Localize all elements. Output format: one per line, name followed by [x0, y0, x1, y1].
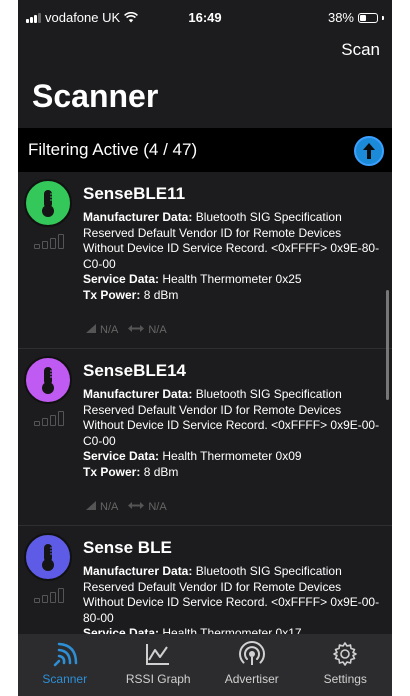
tab-settings[interactable]: Settings	[300, 640, 390, 686]
scroll-to-top-button[interactable]	[354, 136, 384, 166]
device-card[interactable]: SenseBLE11 Manufacturer Data: Bluetooth S…	[18, 172, 392, 349]
tx-power-label: Tx Power:	[83, 464, 141, 479]
manufacturer-data: Manufacturer Data: Bluetooth SIG Specifi…	[83, 210, 383, 272]
manufacturer-data-label: Manufacturer Data:	[83, 210, 193, 224]
status-right: 38%	[328, 10, 384, 25]
battery-percent: 38%	[327, 10, 354, 25]
advertiser-icon	[207, 640, 297, 668]
service-data-label: Service Data:	[83, 449, 160, 463]
tx-power: Tx Power: 8 dBm	[83, 288, 383, 304]
filter-status: Filtering Active (4 / 47)	[28, 140, 198, 159]
manufacturer-data: Manufacturer Data: Bluetooth SIG Specifi…	[83, 387, 383, 449]
signal-strength-icon	[34, 411, 64, 426]
tab-bar: Scanner RSSI Graph Advertiser Settings	[18, 634, 392, 696]
tab-scanner[interactable]: Scanner	[20, 640, 110, 686]
advertisement-details: Manufacturer Data: Bluetooth SIG Specifi…	[83, 210, 383, 303]
signal-value: N/A	[100, 324, 119, 336]
interval-arrows-icon	[128, 324, 145, 336]
scanner-icon	[20, 640, 110, 668]
service-data-value: Health Thermometer 0x09	[159, 449, 302, 463]
tab-label: Advertiser	[224, 672, 279, 686]
interval-value: N/A	[148, 324, 167, 336]
signal-icon	[86, 324, 96, 336]
device-name: SenseBLE14	[83, 361, 186, 380]
service-data-label: Service Data:	[83, 272, 160, 286]
filter-bar[interactable]: Filtering Active (4 / 47)	[18, 128, 392, 172]
signal-strength-icon	[34, 234, 64, 249]
interval-value: N/A	[148, 501, 167, 513]
tab-rssi-graph[interactable]: RSSI Graph	[113, 640, 203, 686]
advertisement-details: Manufacturer Data: Bluetooth SIG Specifi…	[83, 387, 383, 480]
tab-label: Scanner	[42, 672, 88, 686]
signal-icon	[86, 501, 96, 513]
status-bar: vodafone UK 16:49 38%	[18, 0, 392, 34]
device-footer: N/A N/A	[86, 324, 167, 336]
battery-icon	[358, 12, 378, 23]
tx-power-value: 8 dBm	[140, 287, 179, 302]
manufacturer-data: Manufacturer Data: Bluetooth SIG Specifi…	[83, 564, 383, 626]
gear-icon	[300, 640, 390, 668]
service-data: Service Data: Health Thermometer 0x09	[83, 449, 383, 465]
scrollbar[interactable]	[386, 290, 389, 400]
page-title: Scanner	[32, 78, 159, 114]
signal-strength-icon	[34, 588, 64, 603]
manufacturer-data-label: Manufacturer Data:	[83, 564, 193, 578]
tab-advertiser[interactable]: Advertiser	[207, 640, 297, 686]
device-name: SenseBLE11	[83, 184, 186, 203]
device-list[interactable]: SenseBLE11 Manufacturer Data: Bluetooth S…	[18, 172, 392, 662]
tx-power-label: Tx Power:	[83, 287, 141, 302]
tx-power: Tx Power: 8 dBm	[83, 465, 383, 481]
battery-tip	[382, 15, 384, 20]
manufacturer-data-label: Manufacturer Data:	[83, 387, 193, 401]
scan-button[interactable]: Scan	[341, 40, 380, 60]
arrow-up-icon	[363, 143, 375, 159]
service-data: Service Data: Health Thermometer 0x25	[83, 272, 383, 288]
thermometer-icon	[24, 356, 72, 404]
phone-screen: vodafone UK 16:49 38% Scan Scanner Filte…	[18, 0, 392, 696]
graph-icon	[113, 640, 203, 668]
device-card[interactable]: SenseBLE14 Manufacturer Data: Bluetooth S…	[18, 349, 392, 526]
thermometer-icon	[24, 533, 72, 581]
tx-power-value: 8 dBm	[140, 464, 179, 479]
battery-fill	[360, 14, 366, 21]
thermometer-icon	[24, 179, 72, 227]
tab-label: RSSI Graph	[125, 672, 191, 686]
tab-label: Settings	[323, 672, 367, 686]
device-container: SenseBLE11 Manufacturer Data: Bluetooth S…	[18, 172, 392, 662]
device-footer: N/A N/A	[86, 501, 167, 513]
signal-value: N/A	[100, 501, 119, 513]
service-data-value: Health Thermometer 0x25	[159, 272, 302, 286]
device-name: Sense BLE	[83, 538, 172, 557]
interval-arrows-icon	[128, 501, 145, 513]
